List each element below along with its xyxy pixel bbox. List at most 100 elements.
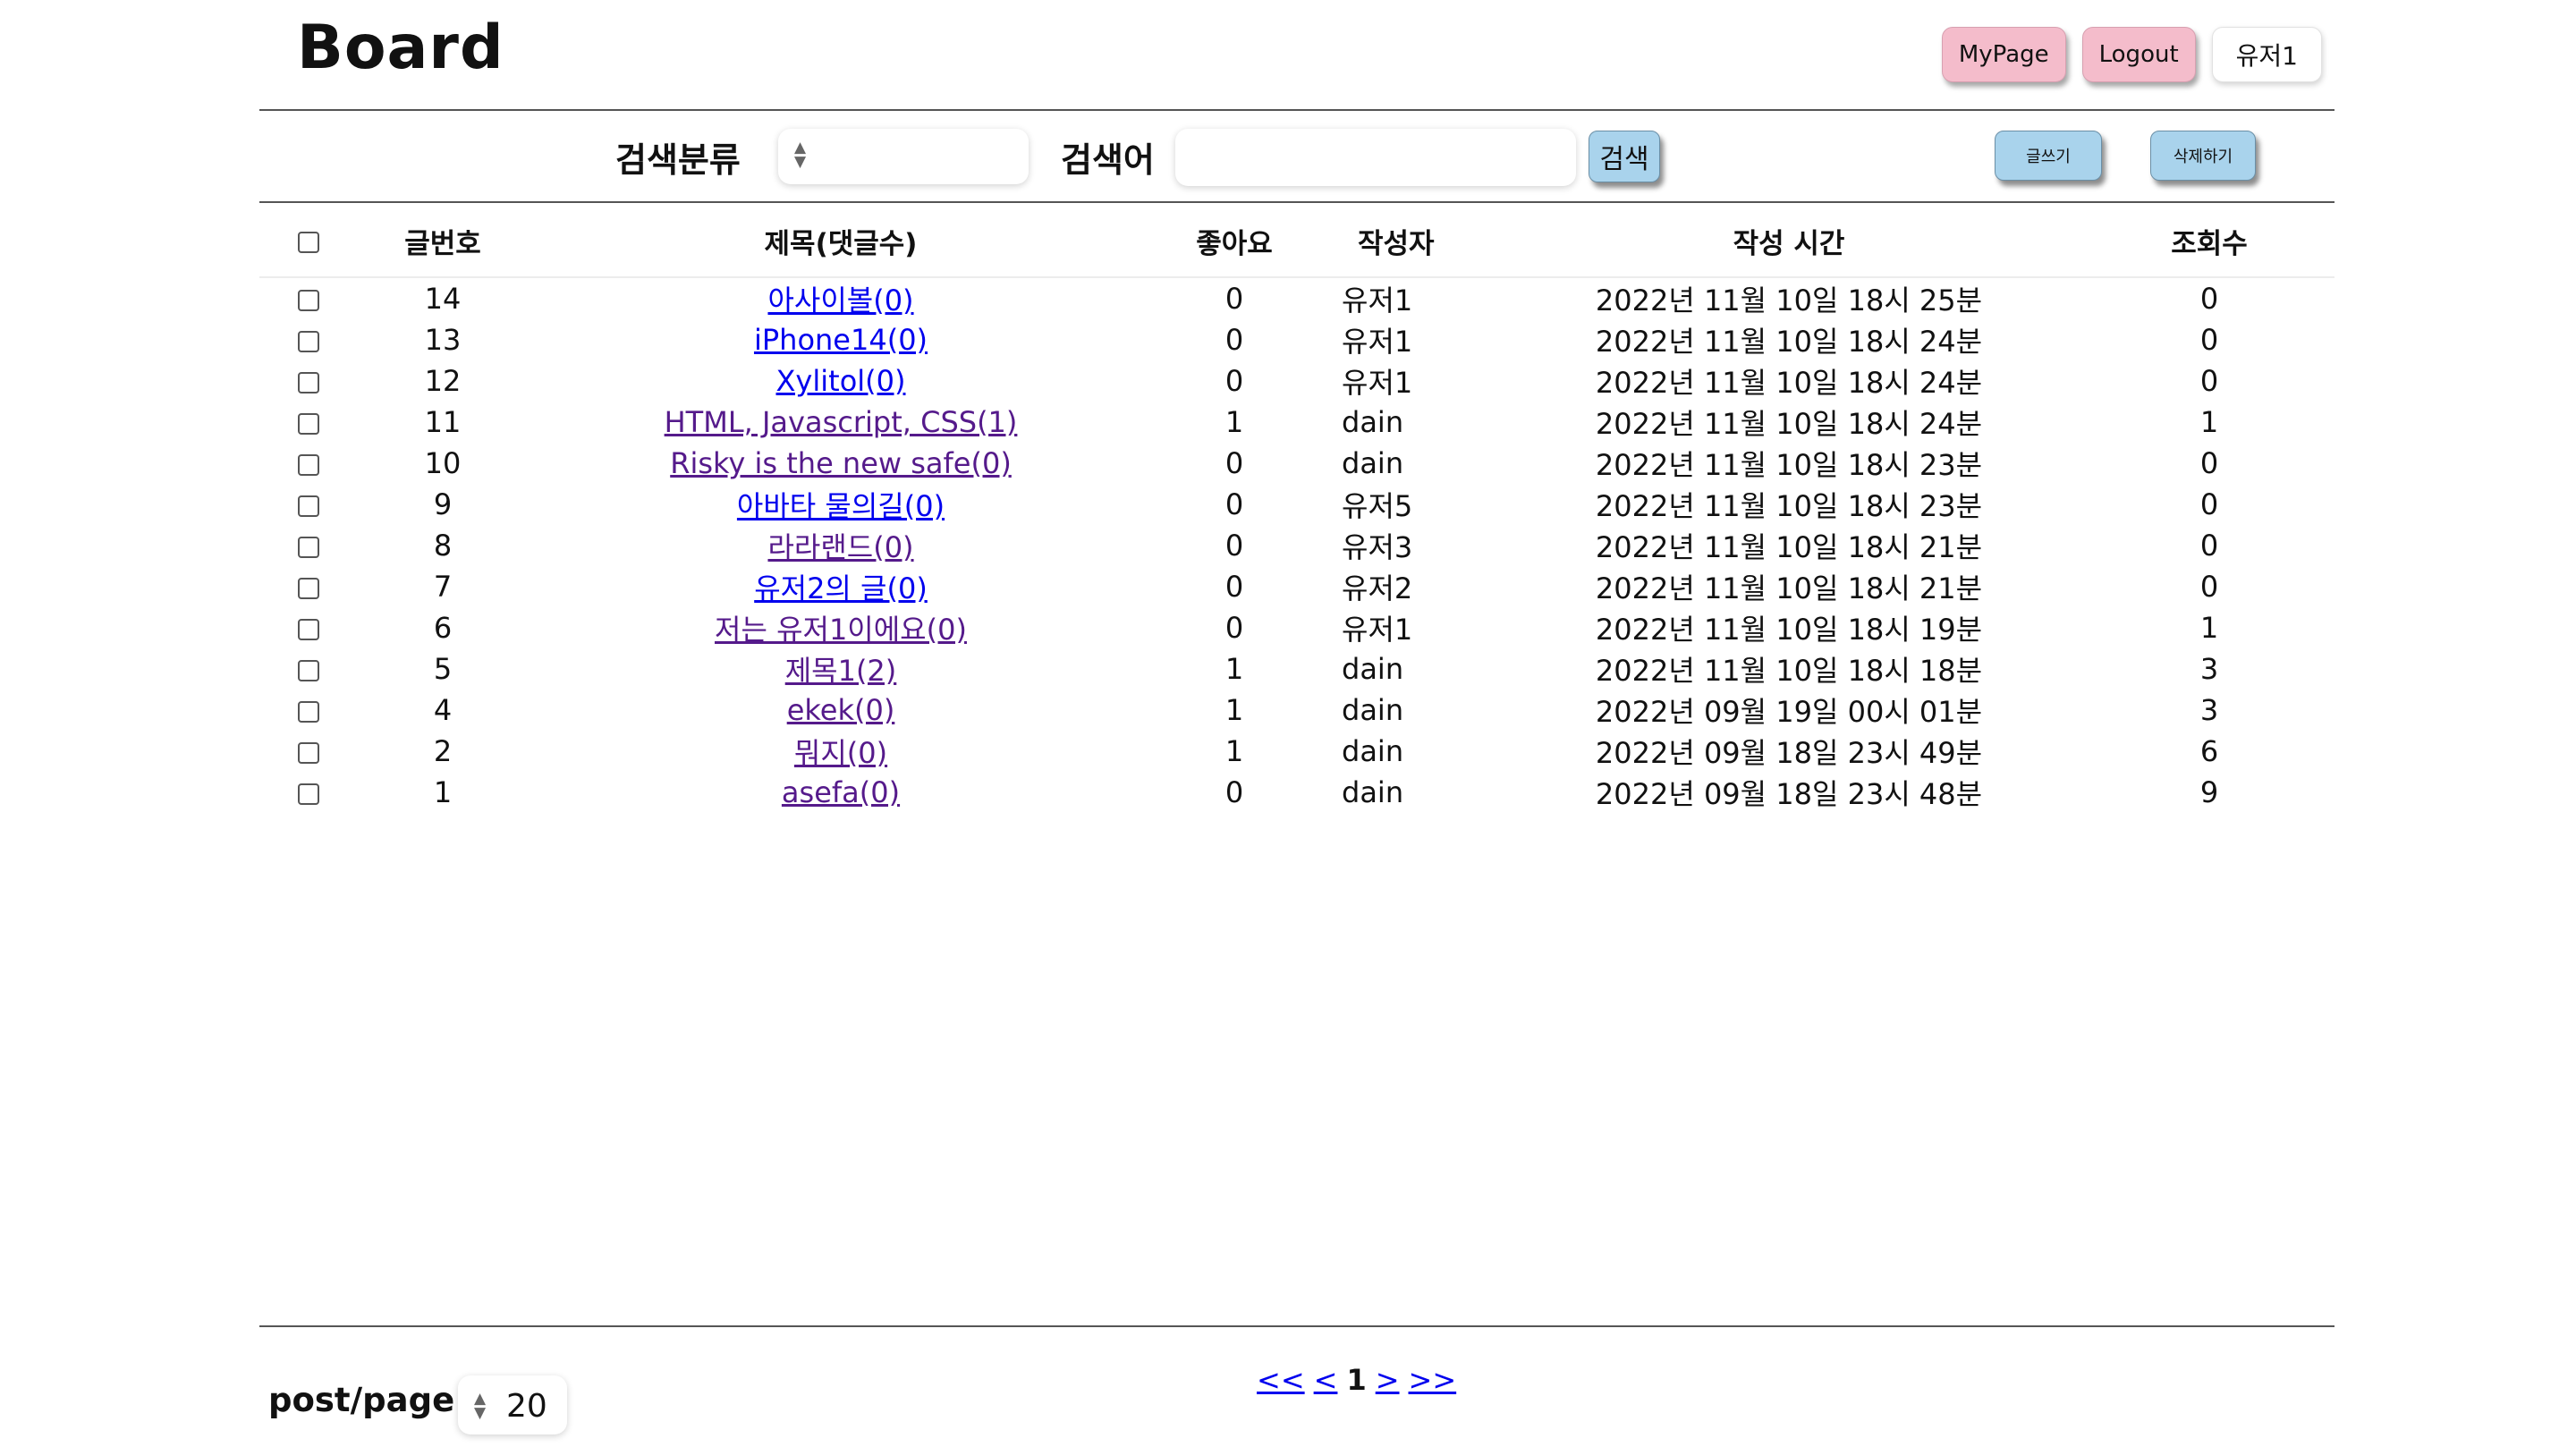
post-number: 7: [433, 570, 453, 604]
row-checkbox-cell: [259, 402, 358, 443]
per-page-value: 20: [506, 1388, 547, 1425]
post-title-link[interactable]: 유저2의 글(0): [754, 571, 928, 605]
write-button[interactable]: 글쓰기: [1995, 131, 2102, 181]
row-checkbox[interactable]: [298, 372, 319, 393]
post-writer: dain: [1342, 693, 1404, 727]
logout-button[interactable]: Logout: [2081, 27, 2196, 82]
col-header-time[interactable]: 작성 시간: [1494, 206, 2084, 278]
post-time: 2022년 11월 10일 18시 21분: [1595, 571, 1983, 605]
post-writer: dain: [1342, 446, 1404, 480]
select-arrows-icon: ▲ ▼: [474, 1390, 487, 1422]
post-title-link[interactable]: 뭐지(0): [794, 736, 887, 770]
row-checkbox[interactable]: [298, 578, 319, 599]
search-keyword-input[interactable]: [1175, 129, 1576, 186]
first-page-link[interactable]: <<: [1257, 1363, 1305, 1397]
row-checkbox[interactable]: [298, 660, 319, 681]
post-title-link[interactable]: Risky is the new safe(0): [670, 446, 1012, 480]
post-likes: 0: [1224, 323, 1244, 357]
post-title-link[interactable]: 아바타 물의길(0): [737, 489, 945, 523]
col-header-writer[interactable]: 작성자: [1315, 206, 1494, 278]
post-title-link[interactable]: asefa(0): [782, 775, 900, 809]
row-checkbox-cell: [259, 525, 358, 566]
row-checkbox[interactable]: [298, 331, 319, 352]
post-title-cell: 유저2의 글(0): [528, 566, 1154, 607]
post-number: 12: [424, 364, 462, 398]
col-header-likes[interactable]: 좋아요: [1154, 206, 1315, 278]
row-checkbox[interactable]: [298, 701, 319, 723]
post-title-link[interactable]: iPhone14(0): [754, 323, 928, 357]
post-views: 0: [2199, 323, 2219, 357]
post-title-cell: ekek(0): [528, 690, 1154, 731]
post-views: 9: [2199, 775, 2219, 809]
post-writer: 유저5: [1342, 489, 1413, 523]
row-checkbox-cell: [259, 443, 358, 484]
row-checkbox-cell: [259, 648, 358, 690]
select-all-checkbox[interactable]: [298, 232, 319, 253]
post-time: 2022년 09월 19일 00시 01분: [1595, 695, 1983, 729]
table-row: 7 유저2의 글(0) 0 유저2 2022년 11월 10일 18시 21분 0: [259, 566, 2334, 607]
current-page: 1: [1346, 1363, 1367, 1397]
row-checkbox[interactable]: [298, 537, 319, 558]
search-category-select[interactable]: ▲ ▼: [778, 129, 1029, 184]
post-writer: 유저2: [1342, 571, 1413, 605]
next-page-link[interactable]: >: [1376, 1363, 1400, 1397]
post-title-link[interactable]: 제목1(2): [785, 654, 897, 688]
post-number: 9: [433, 487, 453, 521]
post-number: 8: [433, 529, 453, 563]
prev-page-link[interactable]: <: [1314, 1363, 1338, 1397]
post-writer: 유저1: [1342, 283, 1413, 317]
username-badge: 유저1: [2211, 27, 2322, 82]
post-views: 0: [2199, 364, 2219, 398]
post-number: 14: [424, 282, 462, 316]
mypage-button[interactable]: MyPage: [1941, 27, 2066, 82]
post-time: 2022년 09월 18일 23시 48분: [1595, 777, 1983, 811]
post-views: 3: [2199, 652, 2219, 686]
post-likes: 1: [1224, 693, 1244, 727]
post-number: 10: [424, 446, 462, 480]
post-writer: 유저1: [1342, 366, 1413, 400]
post-time: 2022년 09월 18일 23시 49분: [1595, 736, 1983, 770]
table-row: 6 저는 유저1이에요(0) 0 유저1 2022년 11월 10일 18시 19분 1: [259, 607, 2334, 648]
row-checkbox-cell: [259, 484, 358, 525]
row-checkbox-cell: [259, 360, 358, 402]
search-divider: [259, 201, 2334, 203]
col-header-no[interactable]: 글번호: [358, 206, 528, 278]
col-header-title[interactable]: 제목(댓글수): [528, 206, 1154, 278]
table-row: 9 아바타 물의길(0) 0 유저5 2022년 11월 10일 18시 23분 0: [259, 484, 2334, 525]
board-title: Board: [297, 13, 504, 83]
post-title-link[interactable]: 저는 유저1이에요(0): [715, 613, 967, 647]
search-button[interactable]: 검색: [1589, 131, 1660, 182]
post-number: 11: [424, 405, 462, 439]
post-likes: 0: [1224, 611, 1244, 645]
row-checkbox[interactable]: [298, 783, 319, 805]
post-number: 1: [433, 775, 453, 809]
post-writer: 유저1: [1342, 325, 1413, 359]
row-checkbox[interactable]: [298, 454, 319, 476]
per-page-select[interactable]: ▲ ▼ 20: [458, 1375, 567, 1434]
row-checkbox[interactable]: [298, 619, 319, 640]
post-number: 13: [424, 323, 462, 357]
table-row: 5 제목1(2) 1 dain 2022년 11월 10일 18시 18분 3: [259, 648, 2334, 690]
post-table: 글번호 제목(댓글수) 좋아요 작성자 작성 시간 조회수 14 아사이볼(0) 0…: [259, 206, 2334, 813]
row-checkbox[interactable]: [298, 290, 319, 311]
post-title-link[interactable]: 아사이볼(0): [767, 283, 913, 317]
post-title-cell: iPhone14(0): [528, 319, 1154, 360]
post-writer: 유저3: [1342, 530, 1413, 564]
row-checkbox[interactable]: [298, 495, 319, 517]
delete-button[interactable]: 삭제하기: [2150, 131, 2256, 181]
row-checkbox[interactable]: [298, 413, 319, 435]
row-checkbox[interactable]: [298, 742, 319, 764]
post-time: 2022년 11월 10일 18시 25분: [1595, 283, 1983, 317]
post-number: 5: [433, 652, 453, 686]
post-number: 4: [433, 693, 453, 727]
post-likes: 0: [1224, 364, 1244, 398]
last-page-link[interactable]: >>: [1409, 1363, 1457, 1397]
post-title-link[interactable]: Xylitol(0): [776, 364, 906, 398]
post-likes: 0: [1224, 570, 1244, 604]
row-checkbox-cell: [259, 277, 358, 319]
post-title-link[interactable]: ekek(0): [787, 693, 895, 727]
table-row: 4 ekek(0) 1 dain 2022년 09월 19일 00시 01분 3: [259, 690, 2334, 731]
post-title-link[interactable]: HTML, Javascript, CSS(1): [665, 405, 1018, 439]
col-header-views[interactable]: 조회수: [2084, 206, 2334, 278]
post-title-link[interactable]: 라라랜드(0): [767, 530, 913, 564]
